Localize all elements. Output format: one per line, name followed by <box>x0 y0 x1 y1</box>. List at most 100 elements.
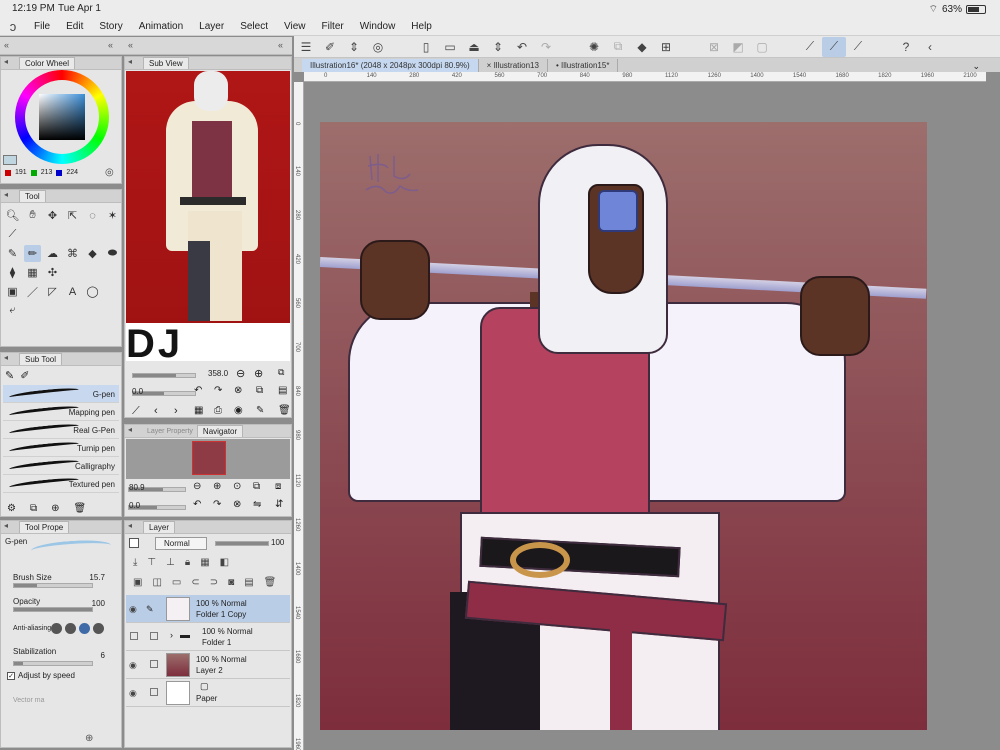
layer-opacity-value[interactable]: 100 <box>271 538 284 547</box>
folder-expand-icon[interactable]: › <box>170 630 173 640</box>
new-raster-layer-icon[interactable]: ▣ <box>133 577 142 588</box>
import-image-icon[interactable]: ⎙ <box>214 405 222 416</box>
visibility-eye-icon[interactable]: ◉ <box>129 660 137 671</box>
panel-menu-icon[interactable]: ◂ <box>128 425 132 434</box>
layer-mask-icon[interactable]: ◙ <box>228 577 234 588</box>
grid-view-icon[interactable]: ▦ <box>194 405 203 416</box>
correct-line-tool-icon[interactable]: ⤶ <box>4 302 21 319</box>
border-tool-icon[interactable]: ◸ <box>44 283 61 300</box>
collapse-right-icon[interactable]: « <box>278 40 283 50</box>
hamburger-menu-icon[interactable]: ☰ <box>294 37 318 57</box>
hue-ring[interactable] <box>15 70 109 164</box>
hand-tool-icon[interactable]: ✋︎ <box>24 207 41 224</box>
next-image-icon[interactable]: › <box>174 405 178 417</box>
lock-checkbox[interactable] <box>150 632 158 640</box>
menu-filter[interactable]: Filter <box>313 21 351 32</box>
menu-file[interactable]: File <box>26 21 58 32</box>
stabilization-value[interactable]: 6 <box>101 651 105 660</box>
balloon-tool-icon[interactable]: ◯ <box>84 283 101 300</box>
lasso-tool-icon[interactable]: ◌ <box>84 207 101 224</box>
move-tool-icon[interactable]: ✥ <box>44 207 61 224</box>
pen-tool-icon[interactable]: ✎ <box>4 245 21 262</box>
panel-menu-icon[interactable]: ◂ <box>128 521 132 530</box>
brush-size-slider[interactable] <box>13 583 93 588</box>
copy-sub-tool-icon[interactable]: ⧉ <box>30 503 37 514</box>
layer-tab[interactable]: Layer <box>143 521 176 533</box>
merge-icon[interactable]: ⊃ <box>210 577 218 588</box>
snap-special-ruler-icon[interactable]: ⟋ <box>822 36 846 57</box>
reset-rotate-icon[interactable]: ⊗ <box>234 385 242 396</box>
adjust-by-speed-row[interactable]: ✓ Adjust by speed <box>7 671 75 680</box>
brush-item[interactable]: Turnip pen <box>3 439 119 457</box>
copy-icon[interactable]: ⧉ <box>606 37 630 57</box>
saturation-value-square[interactable] <box>39 94 85 140</box>
operation-tool-icon[interactable]: ⇱ <box>64 207 81 224</box>
expand-icon[interactable]: ‹ <box>918 37 942 57</box>
menu-window[interactable]: Window <box>352 21 404 32</box>
new-folder-icon[interactable]: ▭ <box>172 577 181 588</box>
gradient-tool-icon[interactable]: ▦ <box>24 264 41 281</box>
opacity-slider[interactable] <box>13 607 93 612</box>
visibility-eye-icon[interactable]: ◉ <box>129 604 137 615</box>
nav-zoom-in-icon[interactable]: ⊕ <box>213 481 221 492</box>
toolbar-toggle-icon[interactable]: ⇕ <box>342 37 366 57</box>
collapse-mid2-icon[interactable]: « <box>128 40 133 50</box>
navigator-tab[interactable]: Navigator <box>196 425 244 437</box>
tab-illustration15[interactable]: • Illustration15* <box>548 59 619 72</box>
nav-reset-rotate-icon[interactable]: ⊗ <box>233 499 241 510</box>
brush-item[interactable]: Real G-Pen <box>3 421 119 439</box>
app-logo-icon[interactable]: ↄ <box>0 19 26 34</box>
visibility-eye-icon[interactable]: ◉ <box>129 688 137 699</box>
sub-view-rotate-value[interactable]: 0.0 <box>132 387 143 396</box>
layer-row[interactable]: › ▬ 100 % Normal Folder 1 <box>126 623 290 651</box>
redo-icon[interactable]: ↷ <box>534 37 558 57</box>
color-wheel-tab[interactable]: Color Wheel <box>19 57 76 69</box>
brush-item[interactable]: Calligraphy <box>3 457 119 475</box>
sub-view-zoom-slider[interactable] <box>132 373 196 378</box>
color-mode-icon[interactable]: ◎ <box>105 167 114 178</box>
collapse-left-icon[interactable]: « <box>4 40 9 50</box>
delete-layer-icon[interactable]: 🗑︎ <box>264 577 277 588</box>
zoom-tool-icon[interactable]: 🔍︎ <box>4 207 21 224</box>
antialias-strong[interactable] <box>93 623 104 634</box>
edit-icon[interactable]: ✎ <box>256 405 264 416</box>
antialias-weak[interactable] <box>65 623 76 634</box>
rotate-left-icon[interactable]: ↶ <box>194 385 202 396</box>
layer-row[interactable]: ◉ ✎ 100 % Normal Folder 1 Copy <box>126 595 290 623</box>
edit-tools-icon[interactable]: ✐ <box>318 37 342 57</box>
panel-menu-icon[interactable]: ◂ <box>4 190 8 199</box>
menu-help[interactable]: Help <box>403 21 440 32</box>
opacity-value[interactable]: 100 <box>92 599 105 608</box>
layer-property-tab[interactable]: Layer Property <box>143 428 197 435</box>
pencil-tool-icon[interactable]: ✏︎ <box>24 245 41 262</box>
camera-target-icon[interactable]: ◎ <box>366 37 390 57</box>
nav-fit-icon[interactable]: ⧉ <box>253 481 260 492</box>
snap-grid-icon[interactable]: ⟋ <box>846 37 870 57</box>
panel-menu-icon[interactable]: ◂ <box>128 57 132 66</box>
adjust-by-speed-checkbox[interactable]: ✓ <box>7 671 15 680</box>
nav-rotate-right-icon[interactable]: ↷ <box>213 499 221 510</box>
lock-checkbox[interactable] <box>150 688 158 696</box>
nav-zoom-out-icon[interactable]: ⊖ <box>193 481 201 492</box>
draft-layer-icon[interactable]: ⊥ <box>166 557 175 568</box>
loading-icon[interactable]: ✺ <box>582 37 606 57</box>
brush-tool-icon[interactable]: ☁︎ <box>44 245 61 262</box>
new-file-icon[interactable]: ▯ <box>414 37 438 57</box>
delete-image-icon[interactable]: 🗑︎ <box>278 405 291 416</box>
tabs-dropdown-icon[interactable]: ⌄ <box>972 61 1000 72</box>
antialias-medium[interactable] <box>79 623 90 634</box>
marker-group-icon[interactable]: ✐ <box>20 369 29 382</box>
brush-item[interactable]: Textured pen <box>3 475 119 493</box>
figure-tool-icon[interactable]: ✣ <box>44 264 61 281</box>
reference-layer-icon[interactable]: ⊤ <box>147 557 156 568</box>
transform-icon[interactable]: ⊞ <box>654 37 678 57</box>
menu-select[interactable]: Select <box>232 21 276 32</box>
brush-size-value[interactable]: 15.7 <box>89 573 105 582</box>
sub-view-layout-icon[interactable]: ▤ <box>278 385 287 396</box>
collapse-mid-icon[interactable]: « <box>108 40 113 50</box>
airbrush-tool-icon[interactable]: ⌘ <box>64 245 81 262</box>
lock-layer-icon[interactable]: 🔒︎ <box>185 557 190 568</box>
snap-ruler-icon[interactable]: ⟋ <box>798 37 822 57</box>
flip-icon[interactable]: ⧉ <box>256 385 263 396</box>
menu-animation[interactable]: Animation <box>131 21 191 32</box>
